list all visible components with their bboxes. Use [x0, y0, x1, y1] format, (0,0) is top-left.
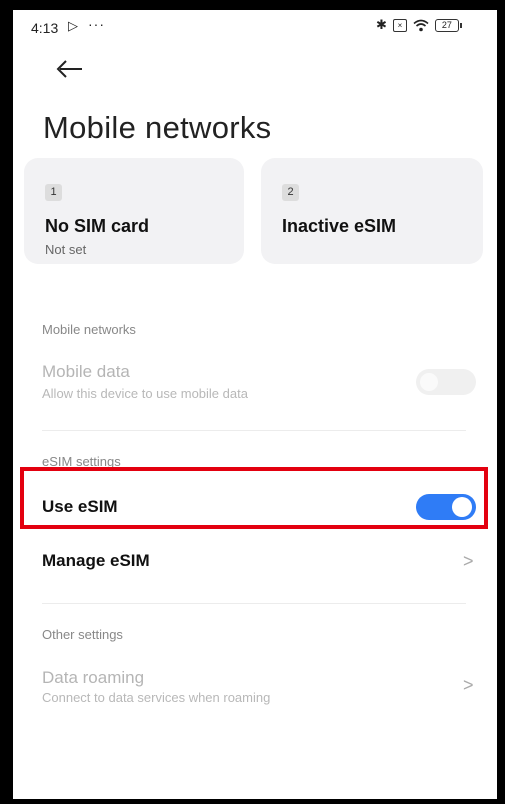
divider: [42, 430, 466, 431]
section-label-other-settings: Other settings: [42, 627, 123, 642]
sim-slot-badge: 2: [282, 184, 299, 201]
status-time: 4:13: [31, 20, 59, 36]
manage-esim-item[interactable]: Manage eSIM: [42, 551, 150, 571]
frame-top: [0, 0, 505, 10]
page-title: Mobile networks: [43, 110, 272, 145]
divider: [42, 603, 466, 604]
data-roaming-title[interactable]: Data roaming: [42, 668, 144, 688]
data-roaming-subtitle: Connect to data services when roaming: [42, 690, 271, 705]
back-arrow-icon[interactable]: [42, 54, 82, 84]
sim-slot-badge: 1: [45, 184, 62, 201]
sim-card-1[interactable]: 1 No SIM card Not set: [24, 158, 244, 264]
chevron-right-icon: >: [463, 675, 474, 695]
frame-right: [497, 10, 505, 804]
battery-icon: 27: [434, 18, 462, 32]
sim-card-name: No SIM card: [45, 216, 150, 236]
sim-card-status: Not set: [45, 242, 87, 257]
frame-left: [0, 0, 13, 804]
status-icons: ✱ × 27: [376, 17, 462, 33]
bluetooth-icon: ✱: [376, 17, 387, 32]
no-sim-icon: ×: [392, 18, 407, 32]
mobile-data-title: Mobile data: [42, 362, 130, 381]
chevron-right-icon: >: [463, 551, 474, 571]
wifi-icon: [413, 19, 429, 31]
mobile-data-subtitle: Allow this device to use mobile data: [42, 386, 248, 401]
more-notifications-icon: ···: [88, 16, 105, 32]
sim-card-name: Inactive eSIM: [282, 216, 397, 236]
mobile-data-toggle[interactable]: [416, 369, 476, 395]
section-label-mobile-networks: Mobile networks: [42, 322, 136, 337]
play-icon: ▷: [68, 18, 78, 33]
frame-bottom: [0, 799, 505, 804]
sim-card-2[interactable]: 2 Inactive eSIM: [261, 158, 483, 264]
highlight-box: [20, 467, 488, 529]
